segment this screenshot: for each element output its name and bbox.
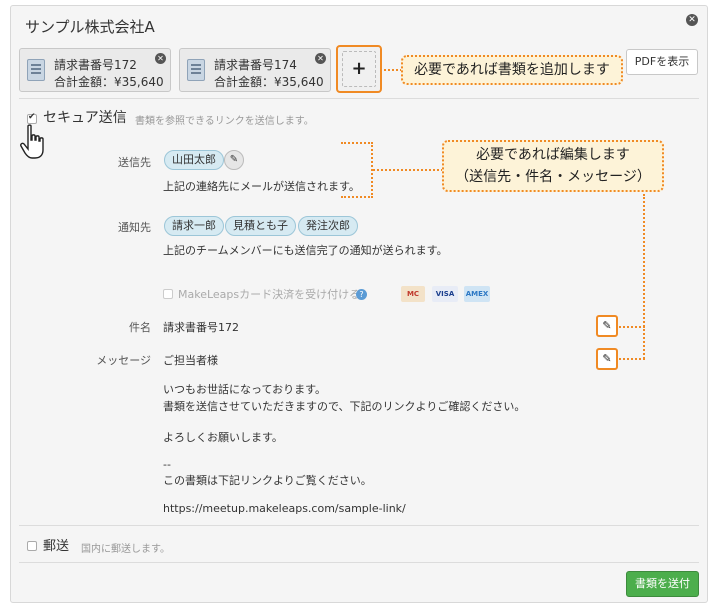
recipient-contact[interactable]: 山田太郎 xyxy=(164,150,224,170)
postal-description: 国内に郵送します。 xyxy=(81,544,170,555)
close-icon[interactable]: ✕ xyxy=(686,14,698,26)
pencil-icon: ✎ xyxy=(602,352,612,365)
mastercard-icon: MC xyxy=(401,286,425,302)
message-line: よろしくお願いします。 xyxy=(163,431,283,444)
edit-message-button[interactable]: ✎ xyxy=(596,348,618,370)
document-amount: 合計金額：¥35,640 xyxy=(54,75,164,89)
subject-label: 件名 xyxy=(129,321,151,334)
notify-member-pill[interactable]: 請求一郎 xyxy=(164,216,224,236)
recipients-note: 上記の連絡先にメールが送信されます。 xyxy=(163,180,360,193)
send-document-button[interactable]: 書類を送付 xyxy=(626,571,699,597)
subject-value: 請求書番号172 xyxy=(163,321,239,334)
send-document-dialog: サンプル株式会社A ✕ 請求書番号172 合計金額：¥35,640 ✕ 請求書番… xyxy=(10,5,708,603)
notify-member-pill[interactable]: 発注次郎 xyxy=(298,216,358,236)
document-name: 請求書番号172 xyxy=(54,58,137,72)
secure-send-checkbox[interactable] xyxy=(27,112,37,124)
edit-fields-callout: 必要であれば編集します （送信先・件名・メッセージ） xyxy=(442,140,664,192)
message-label: メッセージ xyxy=(96,354,151,367)
card-payment-checkbox[interactable] xyxy=(163,289,173,299)
notify-label: 通知先 xyxy=(118,221,151,234)
card-payment-label: MakeLeapsカード決済を受け付ける xyxy=(178,288,361,301)
message-line: いつもお世話になっております。 xyxy=(163,383,327,396)
add-document-button[interactable]: + xyxy=(336,45,382,93)
document-card[interactable]: 請求書番号174 合計金額：¥35,640 ✕ xyxy=(179,48,331,92)
document-amount: 合計金額：¥35,640 xyxy=(214,75,324,89)
dialog-title: サンプル株式会社A xyxy=(25,18,155,36)
help-icon[interactable]: ? xyxy=(356,289,367,300)
remove-document-icon[interactable]: ✕ xyxy=(155,53,166,64)
document-icon xyxy=(187,59,205,81)
message-line: ご担当者様 xyxy=(163,354,218,367)
message-line: -- xyxy=(163,458,171,471)
postal-checkbox[interactable] xyxy=(27,541,37,551)
add-document-callout: 必要であれば書類を追加します xyxy=(401,55,623,85)
recipients-label: 送信先 xyxy=(118,156,151,169)
notify-note: 上記のチームメンバーにも送信完了の通知が送られます。 xyxy=(163,244,448,257)
message-line: https://meetup.makeleaps.com/sample-link… xyxy=(163,502,406,515)
secure-send-description: 書類を参照できるリンクを送信します。 xyxy=(135,116,314,127)
edit-recipient-icon[interactable]: ✎ xyxy=(224,150,244,170)
view-pdf-button[interactable]: PDFを表示 xyxy=(626,49,698,75)
pencil-icon: ✎ xyxy=(602,319,612,332)
message-line: この書類は下記リンクよりご覧ください。 xyxy=(163,474,372,487)
document-card[interactable]: 請求書番号172 合計金額：¥35,640 ✕ xyxy=(19,48,171,92)
visa-icon: VISA xyxy=(432,286,458,302)
postal-label: 郵送 xyxy=(43,539,70,554)
amex-icon: AMEX xyxy=(464,286,490,302)
message-line: 書類を送信させていただきますので、下記のリンクよりご確認ください。 xyxy=(163,400,526,413)
document-icon xyxy=(27,59,45,81)
plus-icon: + xyxy=(351,58,367,79)
remove-document-icon[interactable]: ✕ xyxy=(315,53,326,64)
notify-member-pill[interactable]: 見積とも子 xyxy=(225,216,296,236)
edit-subject-button[interactable]: ✎ xyxy=(596,315,618,337)
document-name: 請求書番号174 xyxy=(214,58,297,72)
secure-send-label: セキュア送信 xyxy=(43,110,127,126)
